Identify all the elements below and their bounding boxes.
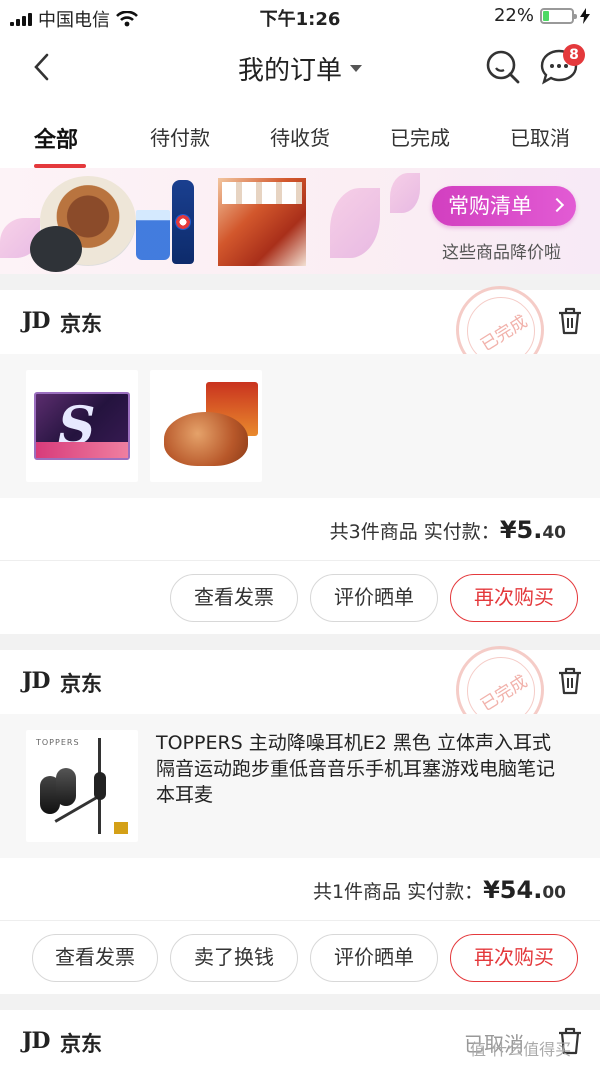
order-header: JD 京东 已完成	[0, 646, 600, 734]
buy-again-button[interactable]: 再次购买	[450, 574, 578, 622]
trash-icon[interactable]	[556, 666, 584, 696]
frequent-list-banner[interactable]: 常购清单 这些商品降价啦	[0, 168, 600, 274]
snacks-image	[218, 178, 306, 266]
jd-logo: JD	[22, 1028, 50, 1054]
tab-cancelled[interactable]: 已取消	[510, 122, 570, 151]
decor-petal	[330, 188, 380, 258]
goods-row[interactable]	[0, 354, 600, 498]
search-icon[interactable]	[484, 48, 522, 86]
review-button[interactable]: 评价晒单	[310, 934, 438, 982]
battery-icon	[540, 7, 577, 24]
shop-name[interactable]: 京东	[60, 668, 102, 698]
jd-logo: JD	[22, 308, 50, 334]
snack-meat-image	[164, 412, 248, 466]
nav-bar: 我的订单	[0, 34, 600, 102]
trash-icon[interactable]	[556, 306, 584, 336]
divider	[0, 920, 600, 921]
thumb-brand-label: TOPPERS	[36, 738, 80, 747]
gum-pack-image	[34, 392, 130, 460]
order-tabs: 全部 待付款 待收货 已完成 已取消	[0, 102, 600, 168]
order-summary: 共1件商品 实付款：¥54.00	[313, 876, 566, 904]
view-invoice-button[interactable]: 查看发票	[170, 574, 298, 622]
product-thumbnail[interactable]	[150, 370, 262, 482]
jd-logo: JD	[22, 668, 50, 694]
cola-glass-image	[136, 210, 170, 260]
hires-badge-icon	[114, 822, 128, 834]
divider	[0, 560, 600, 561]
battery-percent: 22%	[493, 5, 534, 26]
frying-pan-image	[30, 226, 82, 272]
order-total-yuan: ¥5.	[499, 516, 543, 544]
buy-again-button[interactable]: 再次购买	[450, 934, 578, 982]
tab-pending-payment[interactable]: 待付款	[150, 122, 210, 151]
frequent-list-button[interactable]: 常购清单	[432, 186, 576, 226]
review-button[interactable]: 评价晒单	[310, 574, 438, 622]
tab-pending-receipt[interactable]: 待收货	[270, 122, 330, 151]
order-total-cents: 40	[542, 523, 566, 543]
product-thumbnail[interactable]: TOPPERS	[26, 730, 138, 842]
shop-name[interactable]: 京东	[60, 1028, 102, 1058]
order-summary: 共3件商品 实付款：¥5.40	[330, 516, 566, 544]
order-total-cents: 00	[542, 883, 566, 903]
view-invoice-button[interactable]: 查看发票	[32, 934, 158, 982]
order-summary-prefix: 共3件商品 实付款：	[329, 521, 500, 543]
sell-button[interactable]: 卖了换钱	[170, 934, 298, 982]
message-badge: 8	[563, 44, 585, 66]
order-total-yuan: ¥54.	[483, 876, 543, 904]
status-bar: 中国电信 下午1:26 22%	[0, 0, 600, 34]
order-card[interactable]: JD 京东 已完成 共3件商品 实付款：¥5.40 查看发票 评价晒单 再次购买	[0, 286, 600, 634]
caret-down-icon	[350, 65, 362, 72]
banner-subtitle: 这些商品降价啦	[442, 243, 561, 263]
watermark: 值 什么值得买	[470, 1040, 572, 1059]
product-title[interactable]: TOPPERS 主动降噪耳机E2 黑色 立体声入耳式隔音运动跑步重低音音乐手机耳…	[156, 730, 568, 808]
shop-name[interactable]: 京东	[60, 308, 102, 338]
earbud-right-image	[56, 768, 76, 806]
order-card[interactable]: JD 京东 已完成 TOPPERS 共1件商品 实付款：¥54.00 查看发票 …	[0, 646, 600, 994]
tab-all[interactable]: 全部	[34, 122, 78, 154]
order-summary-prefix: 共1件商品 实付款：	[312, 881, 484, 903]
order-header: JD 京东 已完成	[0, 286, 600, 374]
product-thumbnail[interactable]	[26, 370, 138, 482]
frequent-list-label: 常购清单	[448, 194, 532, 218]
chevron-right-icon	[549, 197, 565, 213]
tab-completed[interactable]: 已完成	[390, 122, 450, 151]
page-title-label: 我的订单	[237, 56, 342, 86]
charging-icon	[580, 7, 590, 24]
earphone-remote-image	[94, 772, 106, 800]
pepsi-bottle-image	[172, 180, 194, 264]
decor-petal	[390, 173, 420, 213]
